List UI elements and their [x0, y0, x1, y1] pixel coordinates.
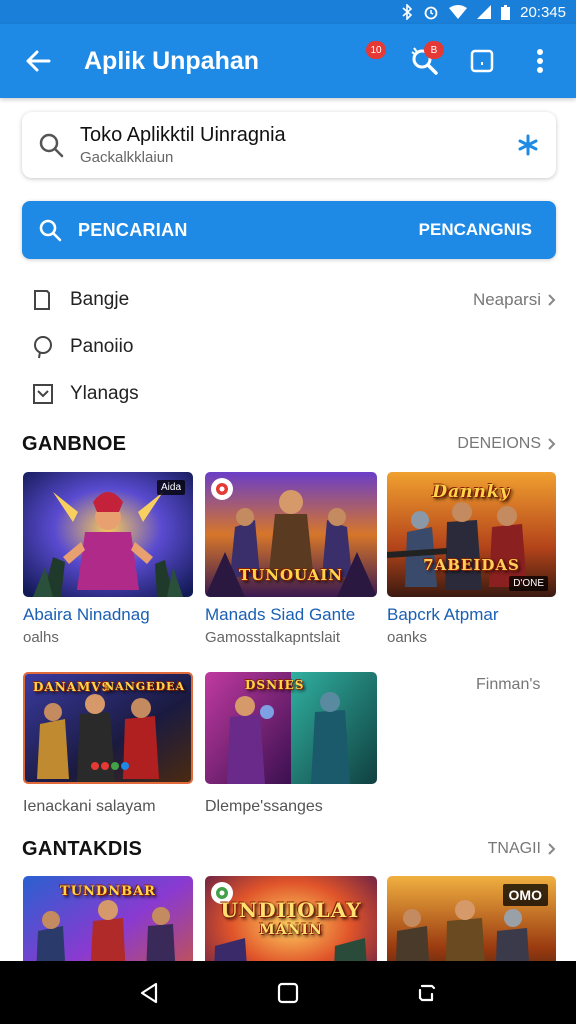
chat-bubble-icon — [34, 336, 52, 359]
search-button-secondary: PENCANGNIS — [418, 220, 532, 239]
game-thumbnail: DANAMVS NANGEDEA — [23, 672, 193, 784]
tile-subtitle: Gamosstalkapntslait — [205, 629, 341, 646]
status-bar: 20:345 — [0, 0, 576, 24]
game-tile[interactable]: TUNOUAIN Manads Siad Gante Gamosstalkapn… — [205, 472, 377, 646]
search-action-button[interactable]: B — [402, 39, 446, 83]
search-query: Toko Aplikktil Uinragnia — [80, 124, 286, 146]
tile-art-subtitle: NANGEDEA — [104, 680, 185, 693]
search-badge: B — [424, 41, 444, 59]
section-link-label: DENEIONS — [457, 435, 541, 452]
chevron-right-icon — [548, 438, 556, 450]
filter-more-label: Neaparsi — [472, 290, 541, 309]
signal-icon — [477, 5, 492, 19]
tile-tag: D'ONE — [509, 576, 548, 591]
tile-title: Bapcrk Atpmar — [387, 605, 499, 624]
search-button[interactable]: PENCARIAN PENCANGNIS — [22, 201, 556, 259]
game-tile[interactable]: TUNDNBAR — [23, 876, 193, 961]
game-thumbnail: DSNIES — [205, 672, 377, 784]
square-icon — [470, 49, 494, 73]
game-tile[interactable]: DANAMVS NANGEDEA Ienackani salayam — [23, 672, 193, 816]
section-see-all-link[interactable]: TNAGII — [488, 840, 556, 858]
nav-back-button[interactable] — [119, 963, 179, 1023]
app-title: Aplik Unpahan — [84, 46, 260, 75]
tile-title: Manads Siad Gante — [205, 605, 356, 624]
wifi-icon — [449, 5, 468, 19]
game-tile[interactable]: Aida Abaira Ninadnag oalhs — [23, 472, 193, 646]
search-subtitle: Gackalkklaiun — [80, 149, 174, 166]
search-bar[interactable]: Toko Aplikktil Uinragnia Gackalkklaiun — [22, 112, 556, 178]
side-more-link[interactable]: Finman's — [476, 676, 540, 694]
tile-caption: Ienackani salayam — [23, 798, 156, 815]
alarm-icon — [423, 4, 439, 20]
tile-art-subtitle: MANIN — [259, 922, 323, 938]
game-thumbnail: UNDIIOLAY MANIN — [205, 876, 377, 961]
game-tile[interactable]: Dannky 7ABEIDAS D'ONE Bapcrk Atpmar oank… — [387, 472, 556, 646]
recents-icon — [418, 984, 435, 1001]
tile-art-subtitle: 7ABEIDAS — [423, 556, 520, 574]
battery-icon — [501, 4, 511, 20]
search-icon — [39, 219, 62, 242]
tile-subtitle: oalhs — [23, 629, 59, 646]
filter-row-panoiio[interactable]: Panoiio — [22, 327, 556, 367]
section-header-ganbnoe: GANBNOE DENEIONS — [22, 429, 556, 459]
game-thumbnail: Aida — [23, 472, 193, 597]
game-tile[interactable]: UNDIIOLAY MANIN — [205, 876, 377, 961]
section-see-all-link[interactable]: DENEIONS — [457, 435, 556, 453]
chevron-right-icon — [548, 843, 556, 855]
bluetooth-icon — [401, 4, 413, 20]
nav-home-button[interactable] — [258, 963, 318, 1023]
status-time: 20:345 — [520, 3, 566, 21]
notification-badge: 10 — [366, 41, 386, 59]
chevron-right-icon — [548, 294, 556, 306]
back-button[interactable] — [0, 24, 76, 98]
tile-art-title: TUNOUAIN — [238, 566, 343, 584]
game-thumbnail: OMO — [387, 876, 556, 961]
sparkle-icon — [518, 134, 538, 156]
game-logo-icon — [211, 478, 233, 500]
section-link-label: TNAGII — [487, 840, 541, 857]
nav-recents-button[interactable] — [397, 963, 457, 1023]
app-bar: Aplik Unpahan 10 B — [0, 24, 576, 98]
game-tile[interactable]: DSNIES Dlempe'ssanges — [205, 672, 377, 816]
section-title: GANTAKDIS — [22, 837, 143, 860]
tile-art-title: DSNIES — [245, 678, 305, 692]
tile-art-title: Dannky — [432, 482, 511, 502]
filter-row-bangje[interactable]: Bangje Neaparsi — [22, 280, 556, 320]
system-nav-bar — [0, 961, 576, 1024]
section-title: GANBNOE — [22, 432, 127, 455]
game-thumbnail: Dannky 7ABEIDAS D'ONE — [387, 472, 556, 597]
tile-subtitle: oanks — [387, 629, 428, 646]
tile-art-title: TUNDNBAR — [60, 884, 156, 899]
bookmark-icon — [34, 290, 50, 310]
search-button-label: PENCARIAN — [78, 219, 188, 240]
home-square-icon — [277, 982, 299, 1003]
filter-row-ylanags[interactable]: Ylanags — [22, 374, 556, 414]
tile-caption: Dlempe'ssanges — [205, 798, 323, 815]
share-button[interactable] — [460, 39, 504, 83]
filter-label: Ylanags — [70, 383, 139, 404]
sparkle-button[interactable] — [500, 134, 556, 156]
tile-art-title: UNDIIOLAY — [220, 898, 362, 922]
filter-label: Bangje — [70, 289, 130, 310]
triangle-back-icon — [141, 982, 158, 1003]
tile-tag: OMO — [502, 884, 548, 906]
filter-label: Panoiio — [70, 336, 134, 357]
section-header-gantakdis: GANTAKDIS TNAGII — [22, 834, 556, 864]
tile-tag: Aida — [156, 480, 185, 495]
tile-title: Abaira Ninadnag — [23, 605, 150, 624]
checkbox-icon — [33, 384, 53, 404]
game-thumbnail: TUNDNBAR — [23, 876, 193, 961]
notifications-button[interactable]: 10 — [344, 39, 388, 83]
game-tile[interactable]: OMO — [387, 876, 556, 961]
game-thumbnail: TUNOUAIN — [205, 472, 377, 597]
arrow-left-icon — [26, 50, 51, 72]
more-vert-icon — [537, 49, 543, 73]
overflow-menu-button[interactable] — [518, 39, 562, 83]
search-icon — [39, 133, 64, 158]
tile-art-title: DANAMVS — [33, 680, 112, 694]
filter-more-link[interactable]: Neaparsi — [473, 290, 556, 310]
